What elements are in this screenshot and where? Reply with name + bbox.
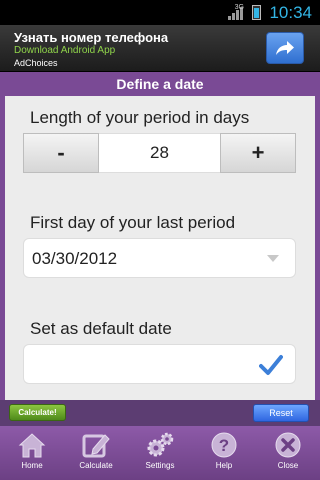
nav-label-close: Close	[277, 461, 299, 470]
ad-subtitle[interactable]: Download Android App	[14, 45, 115, 56]
period-length-value[interactable]: 28	[99, 133, 220, 173]
default-date-label: Set as default date	[30, 319, 172, 338]
increment-button[interactable]: +	[220, 133, 296, 173]
pencil-icon	[82, 434, 110, 458]
nav-close[interactable]: Close	[256, 426, 320, 480]
house-icon	[18, 433, 46, 458]
default-date-checkbox[interactable]	[23, 344, 296, 384]
share-arrow-icon	[276, 41, 294, 55]
checkmark-icon	[259, 355, 283, 375]
close-icon	[275, 432, 301, 458]
network-type: 3G	[234, 4, 244, 11]
first-day-select[interactable]: 03/30/2012	[23, 238, 296, 278]
status-time: 10:34	[269, 2, 312, 22]
frame-right	[315, 72, 320, 412]
nav-label-settings: Settings	[145, 461, 175, 470]
ad-banner[interactable]: Узнать номер телефона Download Android A…	[0, 25, 320, 72]
ad-title[interactable]: Узнать номер телефона	[14, 30, 168, 45]
decrement-button[interactable]: -	[23, 133, 99, 173]
period-length-stepper: - 28 +	[23, 133, 296, 173]
svg-text:?: ?	[219, 436, 229, 455]
battery-icon	[252, 5, 262, 20]
ad-action-button[interactable]	[266, 32, 304, 64]
first-day-label: First day of your last period	[30, 213, 236, 232]
status-bar: 3G 10:34	[0, 0, 320, 25]
nav-calculate[interactable]: Calculate	[64, 426, 128, 480]
chevron-down-icon	[267, 255, 279, 262]
nav-help[interactable]: ? Help	[192, 426, 256, 480]
gears-icon	[147, 432, 174, 457]
nav-label-calculate: Calculate	[79, 461, 113, 470]
calculate-button[interactable]: Calculate!	[9, 404, 66, 421]
ad-choices[interactable]: AdChoices	[14, 58, 58, 68]
bottom-nav: Home Calculate Settings ? Help Close	[0, 426, 320, 480]
first-day-value: 03/30/2012	[32, 249, 118, 268]
period-length-label: Length of your period in days	[30, 108, 250, 127]
nav-home[interactable]: Home	[0, 426, 64, 480]
nav-settings[interactable]: Settings	[128, 426, 192, 480]
question-icon: ?	[211, 432, 237, 458]
nav-label-home: Home	[21, 461, 43, 470]
reset-button[interactable]: Reset	[253, 404, 309, 422]
nav-label-help: Help	[215, 461, 233, 470]
page-title: Define a date	[5, 72, 315, 96]
